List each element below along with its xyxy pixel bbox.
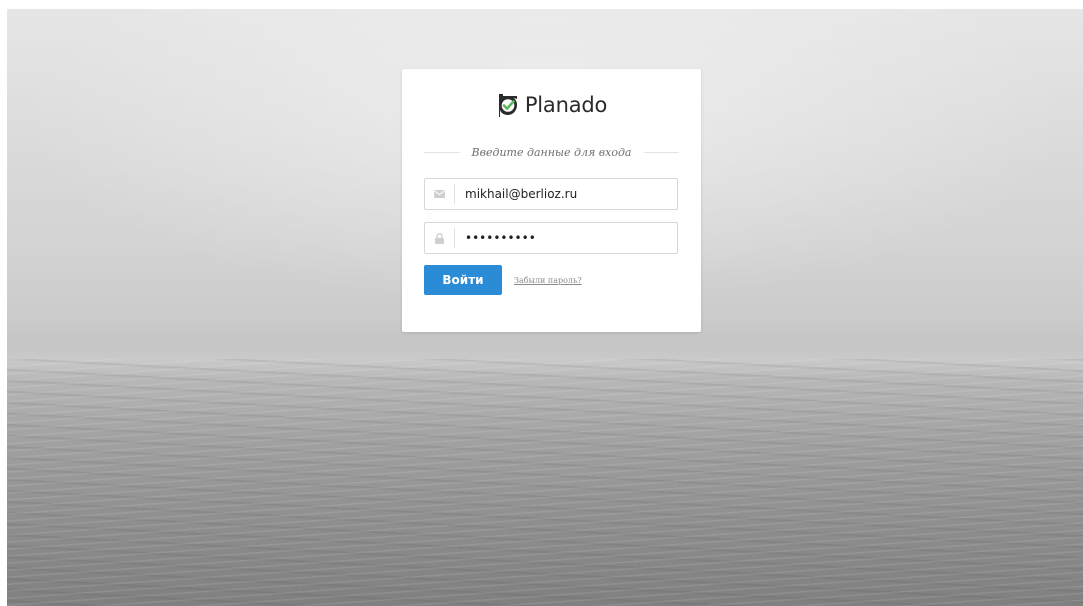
brand-name: Planado	[524, 93, 608, 117]
lock-icon	[425, 228, 455, 248]
brand-logo: Planado	[402, 89, 701, 121]
divider-line-left	[424, 151, 460, 153]
envelope-icon	[425, 184, 455, 204]
email-input[interactable]	[455, 179, 675, 209]
divider-line-right	[643, 151, 679, 153]
login-caption-divider: Введите данные для входа	[424, 145, 679, 159]
password-input[interactable]	[455, 223, 675, 253]
login-actions: Войти Забыли пароль?	[424, 265, 582, 295]
login-caption: Введите данные для входа	[471, 145, 632, 159]
password-field[interactable]	[424, 222, 678, 254]
login-card: Planado Введите данные для входа Войти З…	[402, 69, 701, 332]
login-button[interactable]: Войти	[424, 265, 502, 295]
forgot-password-link[interactable]: Забыли пароль?	[514, 276, 582, 285]
check-circle-icon	[498, 94, 517, 117]
background-water	[7, 359, 1083, 606]
email-field[interactable]	[424, 178, 678, 210]
